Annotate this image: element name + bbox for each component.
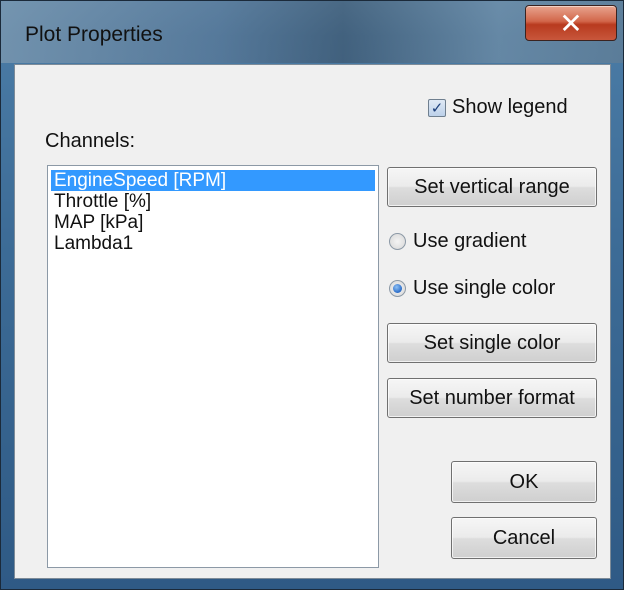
title-bar[interactable]: Plot Properties ✕ [1,1,623,63]
list-item[interactable]: MAP [kPa] [51,212,375,233]
cancel-button[interactable]: Cancel [451,517,597,559]
checkbox-icon[interactable]: ✓ [428,98,446,117]
use-gradient-label[interactable]: Use gradient [413,230,526,253]
show-legend-label[interactable]: Show legend [452,96,568,119]
list-item[interactable]: Throttle [%] [51,191,375,212]
set-single-color-button[interactable]: Set single color [387,323,597,363]
set-number-format-button[interactable]: Set number format [387,378,597,418]
list-item[interactable]: Lambda1 [51,233,375,254]
window-title: Plot Properties [25,23,163,46]
ok-button[interactable]: OK [451,461,597,503]
use-gradient-radio[interactable]: Use gradient [389,230,526,253]
radio-checked-icon[interactable] [389,280,406,297]
radio-unchecked-icon[interactable] [389,233,406,250]
close-button[interactable]: ✕ [525,5,617,41]
channels-listbox[interactable]: EngineSpeed [RPM] Throttle [%] MAP [kPa]… [47,165,379,568]
use-single-color-label[interactable]: Use single color [413,277,555,300]
plot-properties-dialog: Plot Properties ✕ ✓ Show legend Channels… [0,0,624,590]
close-icon: ✕ [559,7,583,39]
use-single-color-radio[interactable]: Use single color [389,277,555,300]
checkmark-icon: ✓ [430,99,444,117]
set-vertical-range-button[interactable]: Set vertical range [387,167,597,207]
channels-label: Channels: [45,130,136,152]
show-legend-checkbox[interactable]: ✓ Show legend [428,96,568,119]
list-item[interactable]: EngineSpeed [RPM] [51,170,375,191]
dialog-body: ✓ Show legend Channels: EngineSpeed [RPM… [14,64,611,579]
